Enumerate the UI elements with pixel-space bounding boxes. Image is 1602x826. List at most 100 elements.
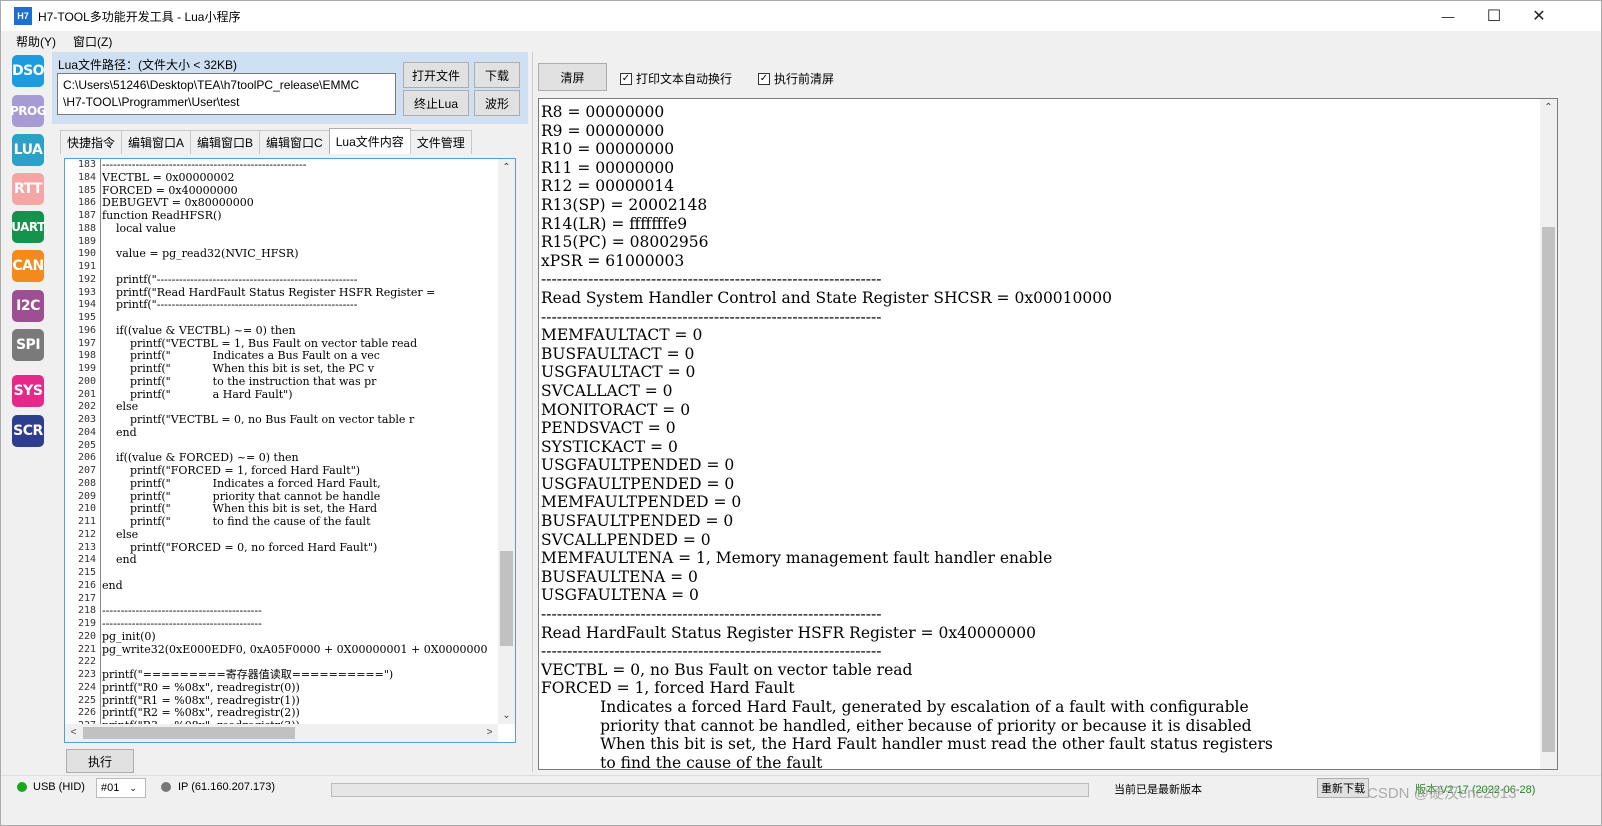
code-line[interactable]: pg_init(0) — [102, 630, 498, 644]
output-scroll-up-icon[interactable]: ⌃ — [1540, 99, 1557, 116]
redownload-button[interactable]: 重新下载 — [1317, 778, 1369, 798]
line-number: 192 — [77, 273, 96, 285]
sidebar-prog-label: PROG — [9, 104, 47, 118]
sidebar-spi-button[interactable]: SPI — [12, 329, 44, 361]
code-line[interactable]: printf("R0 = %08x", readregistr(0)) — [102, 681, 498, 695]
code-line[interactable]: ----------------------------------------… — [102, 159, 498, 172]
tab-file-management[interactable]: 文件管理 — [409, 130, 472, 154]
output-console[interactable]: R8 = 00000000 R9 = 00000000 R10 = 00000000… — [538, 98, 1558, 770]
code-line[interactable]: printf(" Indicates a forced Hard Fault, — [102, 477, 498, 491]
scroll-left-icon[interactable]: < — [65, 724, 82, 741]
device-select[interactable]: #01 ⌄ — [96, 778, 146, 798]
scroll-up-icon[interactable]: ⌃ — [498, 159, 515, 176]
line-number: 212 — [77, 528, 96, 540]
output-line: MEMFAULTENA = 1, Memory management fault… — [541, 549, 1053, 568]
version-message: 当前已是最新版本 — [1114, 784, 1202, 796]
line-number: 202 — [77, 401, 96, 413]
line-number: 196 — [77, 324, 96, 336]
maximize-button[interactable]: ☐ — [1471, 1, 1517, 31]
close-icon: ✕ — [1532, 8, 1546, 25]
sidebar-sys-button[interactable]: SYS — [12, 375, 44, 407]
tab-edit-window-a[interactable]: 编辑窗口A — [121, 130, 192, 154]
sidebar-scr-button[interactable]: SCR — [12, 415, 44, 447]
editor-hscroll-thumb[interactable] — [83, 727, 295, 739]
line-number: 198 — [77, 350, 96, 362]
auto-wrap-checkbox[interactable]: ✓ 打印文本自动换行 — [620, 70, 732, 87]
code-line[interactable]: if((value & VECTBL) ~= 0) then — [102, 324, 498, 338]
ip-status-icon — [161, 782, 171, 792]
code-editor[interactable]: 183 184 185 186 187 188 189 190 191 192 193 194 195 1… — [64, 158, 516, 743]
open-file-button[interactable]: 打开文件 — [403, 62, 469, 88]
code-line[interactable]: pg_write32(0xE000EDF0, 0xA05F0000 + 0X00… — [102, 643, 498, 657]
close-button[interactable]: ✕ — [1516, 1, 1562, 31]
code-line[interactable]: printf(" to the instruction that was pr — [102, 375, 498, 389]
minimize-button[interactable]: — — [1425, 1, 1471, 31]
menu-window[interactable]: 窗口(Z) — [73, 33, 112, 50]
output-text: R8 = 00000000 R9 = 00000000 R10 = 00000000… — [541, 103, 1539, 769]
code-line[interactable]: local value — [102, 222, 498, 236]
code-line[interactable]: printf("=========寄存器值读取==========") — [102, 668, 498, 682]
line-number: 188 — [77, 222, 96, 234]
editor-horizontal-scrollbar[interactable]: < > — [65, 724, 498, 742]
code-line[interactable]: printf(" to find the cause of the fault — [102, 515, 498, 529]
line-number: 209 — [77, 490, 96, 502]
code-line[interactable]: end — [102, 579, 498, 593]
code-line[interactable]: else — [102, 528, 498, 542]
lua-path-line2: \H7-TOOL\Programmer\User\test — [63, 95, 240, 109]
sidebar-dso-button[interactable]: DSO — [12, 55, 45, 87]
editor-vertical-scrollbar[interactable]: ⌃ ⌄ — [498, 159, 515, 724]
line-number: 186 — [77, 197, 96, 209]
tab-quick-commands[interactable]: 快捷指令 — [60, 130, 123, 154]
output-line: Indicates a forced Hard Fault, generated… — [541, 698, 1249, 716]
tab-lua-file-content[interactable]: Lua文件内容 — [328, 128, 411, 154]
sidebar-prog-button[interactable]: PROG — [9, 95, 47, 127]
code-line[interactable]: printf("FORCED = 1, forced Hard Fault") — [102, 464, 498, 478]
sidebar-rtt-button[interactable]: RTT — [12, 173, 44, 205]
output-vertical-scrollbar[interactable]: ⌃ — [1540, 99, 1557, 769]
menu-help[interactable]: 帮助(Y) — [16, 33, 56, 50]
waveform-button[interactable]: 波形 — [474, 90, 520, 116]
code-line[interactable]: printf(" a Hard Fault") — [102, 388, 498, 402]
scroll-down-icon[interactable]: ⌄ — [498, 707, 515, 724]
sidebar-lua-button[interactable]: LUA — [12, 134, 44, 166]
code-line[interactable]: VECTBL = 0x00000002 — [102, 171, 498, 185]
tab-edit-window-b[interactable]: 编辑窗口B — [190, 130, 261, 154]
code-line[interactable]: end — [102, 426, 498, 440]
sidebar-i2c-button[interactable]: I2C — [12, 290, 44, 322]
menu-bar: 帮助(Y) 窗口(Z) — [1, 31, 1601, 51]
code-line[interactable]: printf("--------------------------------… — [102, 273, 498, 287]
code-line[interactable] — [102, 261, 498, 274]
line-number: 208 — [77, 477, 96, 489]
line-number: 211 — [77, 516, 96, 527]
sidebar-uart-button[interactable]: UART — [11, 211, 45, 243]
code-line[interactable]: printf("FORCED = 0, no forced Hard Fault… — [102, 541, 498, 555]
scroll-right-icon[interactable]: > — [481, 724, 498, 741]
code-line[interactable]: printf(" When this bit is set, the PC v — [102, 362, 498, 376]
tab-edit-window-c[interactable]: 编辑窗口C — [259, 130, 330, 154]
code-line[interactable]: printf("--------------------------------… — [102, 298, 498, 312]
line-number: 226 — [77, 707, 96, 719]
code-line[interactable]: end — [102, 553, 498, 567]
line-number: 185 — [77, 184, 96, 196]
sidebar-can-button[interactable]: CAN — [12, 250, 44, 282]
clear-screen-button[interactable]: 清屏 — [538, 63, 607, 91]
clear-before-run-checkbox[interactable]: ✓ 执行前清屏 — [758, 70, 834, 87]
code-line[interactable]: ----------------------------------------… — [102, 617, 498, 631]
stop-lua-button[interactable]: 终止Lua — [403, 90, 469, 116]
output-line: BUSFAULTPENDED = 0 — [541, 512, 734, 531]
code-line[interactable]: value = pg_read32(NVIC_HFSR) — [102, 247, 498, 261]
ip-status: IP (61.160.207.173) — [161, 781, 275, 793]
code-area[interactable]: ----------------------------------------… — [102, 159, 498, 724]
code-line[interactable]: function ReadHFSR() — [102, 209, 498, 223]
execute-button[interactable]: 执行 — [66, 749, 134, 773]
output-vscroll-thumb[interactable] — [1542, 227, 1555, 752]
code-line[interactable]: printf("VECTBL = 0, no Bus Fault on vect… — [102, 413, 498, 427]
code-line[interactable] — [102, 567, 498, 580]
code-line[interactable] — [102, 312, 498, 325]
download-progress-bar — [331, 783, 1089, 797]
editor-vscroll-thumb[interactable] — [500, 551, 513, 646]
download-button[interactable]: 下载 — [474, 62, 520, 88]
line-number: 210 — [77, 503, 96, 515]
output-line: R12 = 00000014 — [541, 177, 675, 196]
lua-path-field[interactable]: C:\Users\51246\Desktop\TEA\h7toolPC_rele… — [57, 73, 396, 115]
